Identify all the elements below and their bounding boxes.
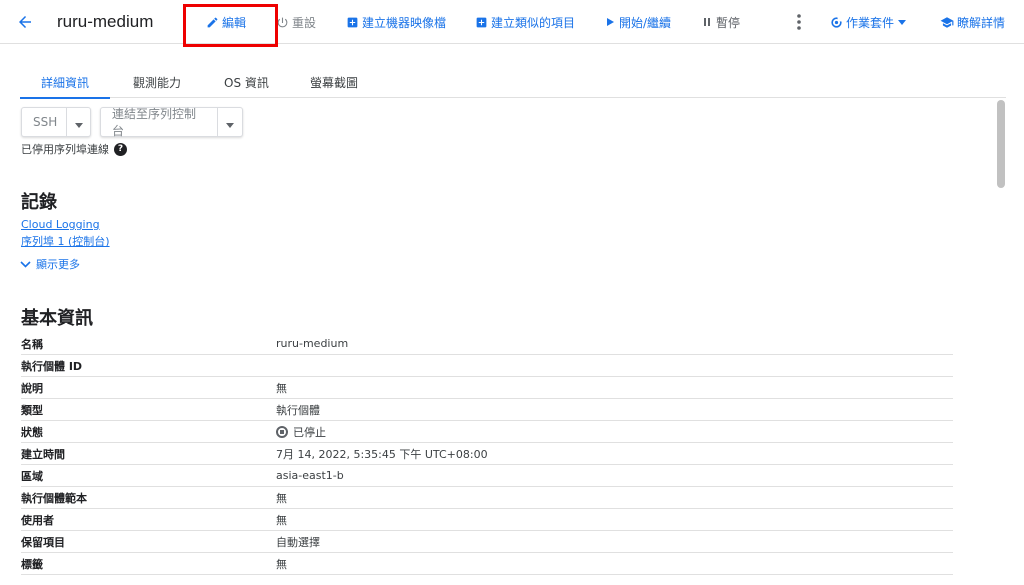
- arrow-back-icon: [16, 13, 34, 31]
- tab-bar: 詳細資訊 觀測能力 OS 資訊 螢幕截圖: [20, 64, 1006, 99]
- row-label: 說明: [21, 381, 43, 395]
- table-row: 區域 asia-east1-b: [21, 465, 953, 487]
- table-row: 狀態 已停止: [21, 421, 953, 443]
- basic-info-heading: 基本資訊: [21, 308, 93, 329]
- play-icon: [604, 16, 616, 28]
- more-vert-icon: [797, 14, 801, 30]
- row-label: 類型: [21, 403, 43, 417]
- tab-os-info[interactable]: OS 資訊: [224, 64, 269, 98]
- row-value: asia-east1-b: [276, 469, 344, 482]
- start-resume-button[interactable]: 開始/繼續: [604, 0, 671, 44]
- logs-heading: 記錄: [21, 192, 57, 213]
- help-icon[interactable]: ?: [114, 142, 127, 156]
- show-more-button[interactable]: 顯示更多: [20, 256, 80, 272]
- tab-details-label: 詳細資訊: [40, 76, 89, 90]
- row-value: 自動選擇: [276, 535, 320, 549]
- status-text: 已停止: [293, 425, 326, 439]
- create-machine-image-label: 建立機器映像檔: [362, 15, 447, 30]
- table-row: 執行個體範本 無: [21, 487, 953, 509]
- table-row: 建立時間 7月 14, 2022, 5:35:45 下午 UTC+08:00: [21, 443, 953, 465]
- caret-down-icon: [226, 113, 235, 132]
- learn-more-button[interactable]: 瞭解詳情: [940, 0, 1005, 44]
- ssh-split-button: SSH: [21, 107, 91, 137]
- table-row: 說明 無: [21, 377, 953, 399]
- pause-label: 暫停: [716, 15, 741, 30]
- reset-label: 重設: [292, 15, 317, 30]
- table-row: 保留項目 自動選擇: [21, 531, 953, 553]
- serial-disabled-note: 已停用序列埠連線 ?: [21, 141, 127, 157]
- start-resume-label: 開始/繼續: [619, 15, 672, 30]
- row-value: 執行個體: [276, 403, 320, 417]
- create-similar-label: 建立類似的項目: [491, 15, 576, 30]
- row-label: 標籤: [21, 557, 43, 571]
- table-row: 類型 執行個體: [21, 399, 953, 421]
- row-label: 建立時間: [21, 447, 65, 461]
- edit-label: 編輯: [222, 15, 247, 30]
- caret-down-icon: [74, 113, 83, 132]
- table-row: 名稱 ruru-medium: [21, 333, 953, 355]
- ssh-dropdown-button[interactable]: [67, 108, 90, 136]
- back-button[interactable]: [12, 0, 38, 44]
- table-row: 使用者 無: [21, 509, 953, 531]
- serial-disabled-text: 已停用序列埠連線: [21, 143, 109, 156]
- add-box-icon: [346, 16, 359, 29]
- edit-button[interactable]: 編輯: [206, 0, 246, 44]
- instance-title: ruru-medium: [57, 12, 154, 31]
- operations-suite-label: 作業套件: [846, 15, 895, 30]
- tab-screenshot[interactable]: 螢幕截圖: [310, 64, 358, 98]
- tab-observability[interactable]: 觀測能力: [133, 64, 181, 98]
- row-label: 執行個體範本: [21, 491, 87, 505]
- vertical-scrollbar[interactable]: [997, 100, 1005, 188]
- create-machine-image-button[interactable]: 建立機器映像檔: [346, 0, 446, 44]
- active-tab-indicator: [20, 97, 110, 99]
- tab-screenshot-label: 螢幕截圖: [310, 76, 359, 90]
- table-row: 執行個體 ID: [21, 355, 953, 377]
- toolbar: ruru-medium 編輯 重設 建立機器映像檔 建立類似的項目 開始/繼續: [0, 0, 1024, 44]
- school-icon: [940, 16, 954, 29]
- row-label: 保留項目: [21, 535, 65, 549]
- operations-suite-icon: [830, 16, 843, 29]
- tab-observability-label: 觀測能力: [133, 76, 182, 90]
- ssh-button[interactable]: SSH: [22, 108, 67, 136]
- row-label: 名稱: [21, 337, 43, 351]
- serial-console-dropdown-button[interactable]: [218, 108, 242, 136]
- operations-suite-menu[interactable]: 作業套件: [830, 0, 907, 44]
- row-value: 無: [276, 513, 287, 527]
- cloud-logging-link[interactable]: Cloud Logging: [21, 218, 100, 231]
- status-value: 已停止: [276, 424, 326, 440]
- add-box-icon: [475, 16, 488, 29]
- learn-more-label: 瞭解詳情: [957, 15, 1006, 30]
- row-value: 無: [276, 557, 287, 571]
- row-label: 狀態: [21, 425, 43, 439]
- row-value: 7月 14, 2022, 5:35:45 下午 UTC+08:00: [276, 447, 488, 461]
- reset-button[interactable]: 重設: [276, 0, 316, 44]
- tab-os-info-label: OS 資訊: [224, 76, 269, 90]
- ssh-label: SSH: [33, 115, 58, 129]
- serial-console-split-button: 連結至序列控制台: [100, 107, 243, 138]
- serial-console-button[interactable]: 連結至序列控制台: [101, 107, 219, 138]
- caret-down-icon: [898, 19, 907, 25]
- pause-icon: [701, 16, 713, 28]
- pause-button[interactable]: 暫停: [701, 0, 740, 44]
- show-more-label: 顯示更多: [36, 258, 80, 271]
- power-icon: [276, 16, 289, 29]
- serial-console-label: 連結至序列控制台: [112, 107, 197, 138]
- basic-info-table: 名稱 ruru-medium 執行個體 ID 說明無 類型 執行個體 狀態 已停止 建…: [21, 333, 953, 575]
- row-value: ruru-medium: [276, 337, 349, 350]
- pencil-icon: [206, 16, 219, 29]
- create-similar-button[interactable]: 建立類似的項目: [475, 0, 575, 44]
- row-label: 執行個體 ID: [21, 359, 83, 373]
- stopped-status-icon: [276, 425, 288, 438]
- tab-details[interactable]: 詳細資訊: [20, 64, 110, 99]
- table-row: 標籤 無: [21, 553, 953, 575]
- row-label: 使用者: [21, 513, 54, 527]
- row-value: 無: [276, 491, 287, 505]
- row-label: 區域: [21, 469, 43, 483]
- serial-port-link[interactable]: 序列埠 1 (控制台): [21, 233, 110, 249]
- chevron-down-icon: [20, 258, 31, 271]
- row-value: 無: [276, 381, 287, 395]
- more-actions-button[interactable]: [792, 0, 806, 44]
